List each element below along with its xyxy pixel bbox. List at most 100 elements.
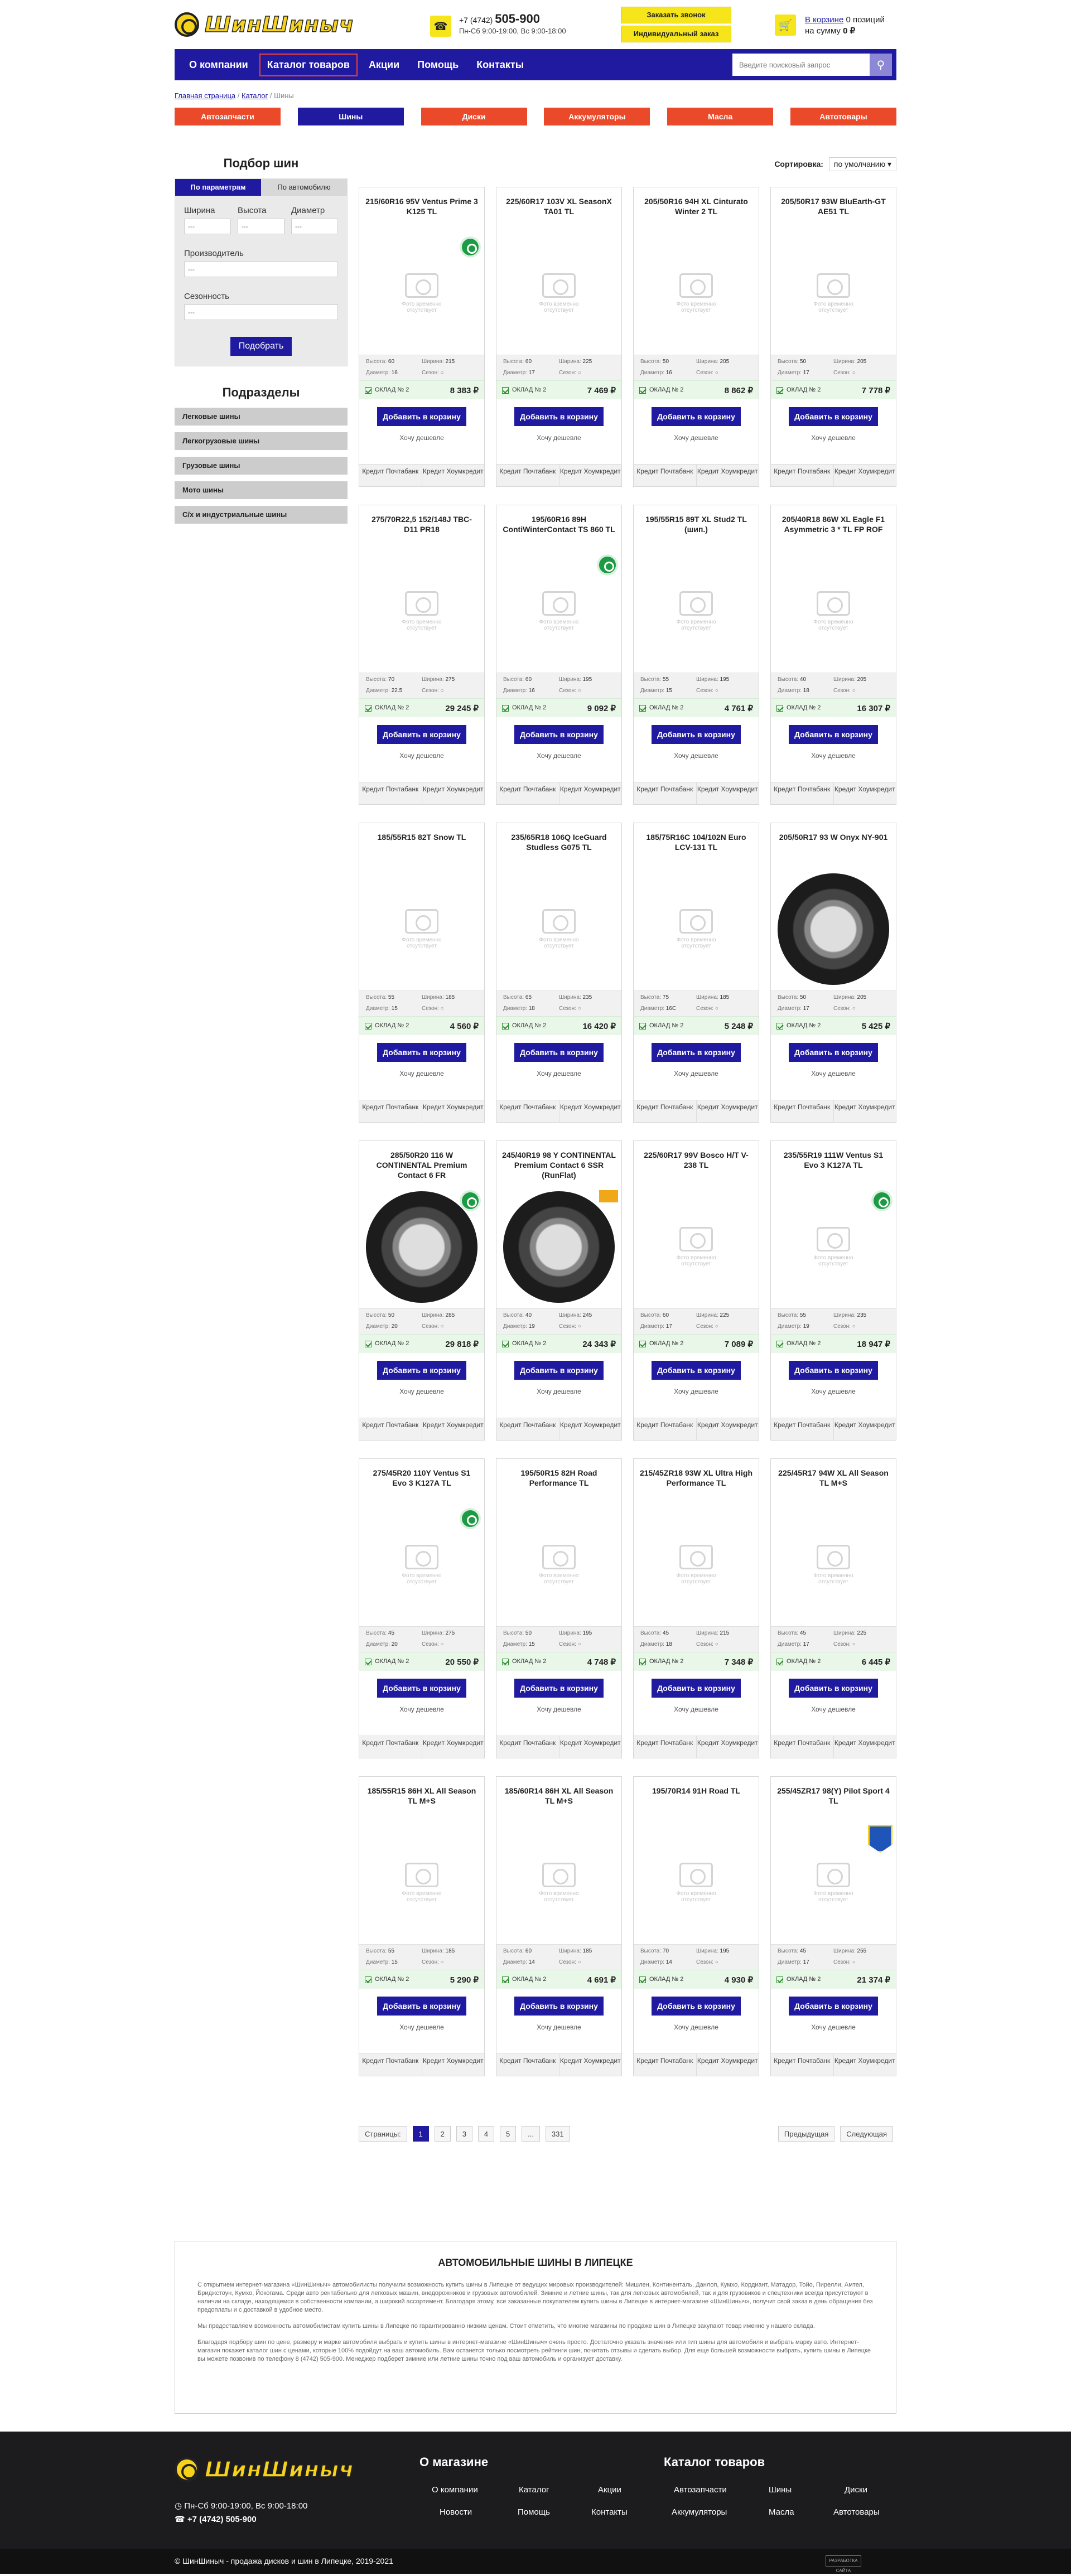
stock-row[interactable]: ОКЛАД № 2 4 761 ₽ [634,698,759,717]
subsection-light-truck[interactable]: Легкогрузовые шины [175,432,348,450]
checkbox-icon[interactable] [502,704,509,712]
product-card[interactable]: 235/55R19 111W Ventus S1 Evo 3 K127A TL Ф… [770,1140,896,1441]
stock-row[interactable]: ОКЛАД № 2 9 092 ₽ [496,698,621,717]
credit-pochtabank-button[interactable]: Кредит Почтабанк [359,782,422,804]
footer-link[interactable]: Помощь [518,2507,550,2517]
credit-homecredit-button[interactable]: Кредит Хоумкредит [421,782,485,804]
credit-homecredit-button[interactable]: Кредит Хоумкредит [696,1736,759,1758]
add-to-cart-button[interactable]: Добавить в корзину [377,1043,466,1062]
nav-contacts[interactable]: Контакты [470,55,530,75]
tyre-image[interactable] [503,1191,615,1303]
want-cheaper-link[interactable]: Хочу дешевле [496,2023,621,2031]
add-to-cart-button[interactable]: Добавить в корзину [514,1997,604,2016]
product-image[interactable]: Фото временно отсутствует [771,1504,896,1626]
product-image[interactable]: Фото временно отсутствует [359,550,484,673]
add-to-cart-button[interactable]: Добавить в корзину [652,1679,741,1698]
product-card[interactable]: 225/60R17 99V Bosco H/T V-238 TL Фото вре… [633,1140,759,1441]
credit-pochtabank-button[interactable]: Кредит Почтабанк [634,1418,696,1440]
credit-pochtabank-button[interactable]: Кредит Почтабанк [359,2054,422,2076]
checkbox-icon[interactable] [639,386,646,394]
footer-link[interactable]: Контакты [591,2507,628,2517]
add-to-cart-button[interactable]: Добавить в корзину [789,1043,878,1062]
want-cheaper-link[interactable]: Хочу дешевле [634,434,759,442]
credit-homecredit-button[interactable]: Кредит Хоумкредит [696,1100,759,1122]
credit-homecredit-button[interactable]: Кредит Хоумкредит [421,465,485,486]
product-image[interactable]: Фото временно отсутствует [771,1821,896,1944]
product-image[interactable]: Фото временно отсутствует [634,232,759,355]
credit-homecredit-button[interactable]: Кредит Хоумкредит [558,1736,622,1758]
prev-page-button[interactable]: Предыдущая [778,2126,835,2142]
product-card[interactable]: 205/50R17 93 W Onyx NY-901 Высота: 50 Шири… [770,823,896,1123]
add-to-cart-button[interactable]: Добавить в корзину [514,1043,604,1062]
footer-link[interactable]: Диски [845,2485,867,2495]
checkbox-icon[interactable] [776,1340,783,1347]
product-title[interactable]: 245/40R19 98 Y CONTINENTAL Premium Conta… [496,1141,621,1186]
credit-pochtabank-button[interactable]: Кредит Почтабанк [496,1736,559,1758]
credit-homecredit-button[interactable]: Кредит Хоумкредит [421,1418,485,1440]
credit-pochtabank-button[interactable]: Кредит Почтабанк [496,465,559,486]
credit-homecredit-button[interactable]: Кредит Хоумкредит [696,465,759,486]
stock-row[interactable]: ОКЛАД № 2 20 550 ₽ [359,1652,484,1671]
product-title[interactable]: 235/55R19 111W Ventus S1 Evo 3 K127A TL [771,1141,896,1186]
want-cheaper-link[interactable]: Хочу дешевле [496,1388,621,1395]
footer-link[interactable]: Акции [598,2485,621,2495]
product-card[interactable]: 235/65R18 106Q IceGuard Studless G075 TL… [496,823,622,1123]
page-1[interactable]: 1 [412,2126,429,2142]
credit-homecredit-button[interactable]: Кредит Хоумкредит [421,2054,485,2076]
footer-link[interactable]: О компании [432,2485,478,2495]
product-title[interactable]: 185/55R15 86H XL All Season TL M+S [359,1777,484,1821]
product-title[interactable]: 285/50R20 116 W CONTINENTAL Premium Cont… [359,1141,484,1186]
checkbox-icon[interactable] [776,1022,783,1030]
product-card[interactable]: 255/45ZR17 98(Y) Pilot Sport 4 TL Фото вр… [770,1776,896,2076]
product-title[interactable]: 275/45R20 110Y Ventus S1 Evo 3 K127A TL [359,1459,484,1504]
footer-link[interactable]: Шины [769,2485,792,2495]
credit-pochtabank-button[interactable]: Кредит Почтабанк [771,1100,833,1122]
maker-select[interactable]: --- [184,262,338,277]
credit-pochtabank-button[interactable]: Кредит Почтабанк [771,1418,833,1440]
product-image[interactable]: Фото временно отсутствует [359,232,484,355]
developer-badge[interactable]: РАЗРАБОТКА САЙТА [826,2555,861,2573]
add-to-cart-button[interactable]: Добавить в корзину [652,1043,741,1062]
want-cheaper-link[interactable]: Хочу дешевле [359,1388,484,1395]
subsection-passenger[interactable]: Легковые шины [175,408,348,426]
stock-row[interactable]: ОКЛАД № 2 21 374 ₽ [771,1970,896,1989]
next-page-button[interactable]: Следующая [840,2126,893,2142]
product-title[interactable]: 205/40R18 86W XL Eagle F1 Asymmetric 3 *… [771,505,896,550]
stock-row[interactable]: ОКЛАД № 2 4 691 ₽ [496,1970,621,1989]
subsection-agro[interactable]: С/х и индустриальные шины [175,506,348,524]
tab-by-car[interactable]: По автомобилю [261,179,347,196]
add-to-cart-button[interactable]: Добавить в корзину [652,1997,741,2016]
product-card[interactable]: 195/60R16 89H ContiWinterContact TS 860 … [496,505,622,805]
stock-row[interactable]: ОКЛАД № 2 6 445 ₽ [771,1652,896,1671]
credit-homecredit-button[interactable]: Кредит Хоумкредит [696,782,759,804]
nav-promos[interactable]: Акции [362,55,406,75]
add-to-cart-button[interactable]: Добавить в корзину [514,407,604,426]
height-select[interactable]: --- [238,219,284,234]
add-to-cart-button[interactable]: Добавить в корзину [789,1997,878,2016]
product-title[interactable]: 185/55R15 82T Snow TL [359,823,484,868]
product-title[interactable]: 185/60R14 86H XL All Season TL M+S [496,1777,621,1821]
want-cheaper-link[interactable]: Хочу дешевле [359,1070,484,1077]
credit-pochtabank-button[interactable]: Кредит Почтабанк [359,465,422,486]
call-request-button[interactable]: Заказать звонок [621,7,731,23]
product-image[interactable] [359,1186,484,1308]
stock-row[interactable]: ОКЛАД № 2 4 748 ₽ [496,1652,621,1671]
cart-link[interactable]: В корзине [805,15,843,25]
checkbox-icon[interactable] [365,1658,372,1665]
stock-row[interactable]: ОКЛАД № 2 8 862 ₽ [634,380,759,399]
product-title[interactable]: 195/60R16 89H ContiWinterContact TS 860 … [496,505,621,550]
checkbox-icon[interactable] [639,1658,646,1665]
product-card[interactable]: 195/50R15 82H Road Performance TL Фото вр… [496,1458,622,1758]
checkbox-icon[interactable] [639,1976,646,1983]
footer-logo[interactable]: ШинШиныч [175,2457,354,2482]
product-image[interactable]: Фото временно отсутствует [359,1504,484,1626]
want-cheaper-link[interactable]: Хочу дешевле [771,434,896,442]
credit-homecredit-button[interactable]: Кредит Хоумкредит [696,2054,759,2076]
nav-about[interactable]: О компании [182,55,255,75]
crumb-home[interactable]: Главная страница [175,91,235,100]
product-image[interactable] [771,868,896,990]
add-to-cart-button[interactable]: Добавить в корзину [377,1679,466,1698]
product-title[interactable]: 275/70R22,5 152/148J TBC-D11 PR18 [359,505,484,550]
add-to-cart-button[interactable]: Добавить в корзину [377,1997,466,2016]
tab-by-params[interactable]: По параметрам [175,179,261,196]
